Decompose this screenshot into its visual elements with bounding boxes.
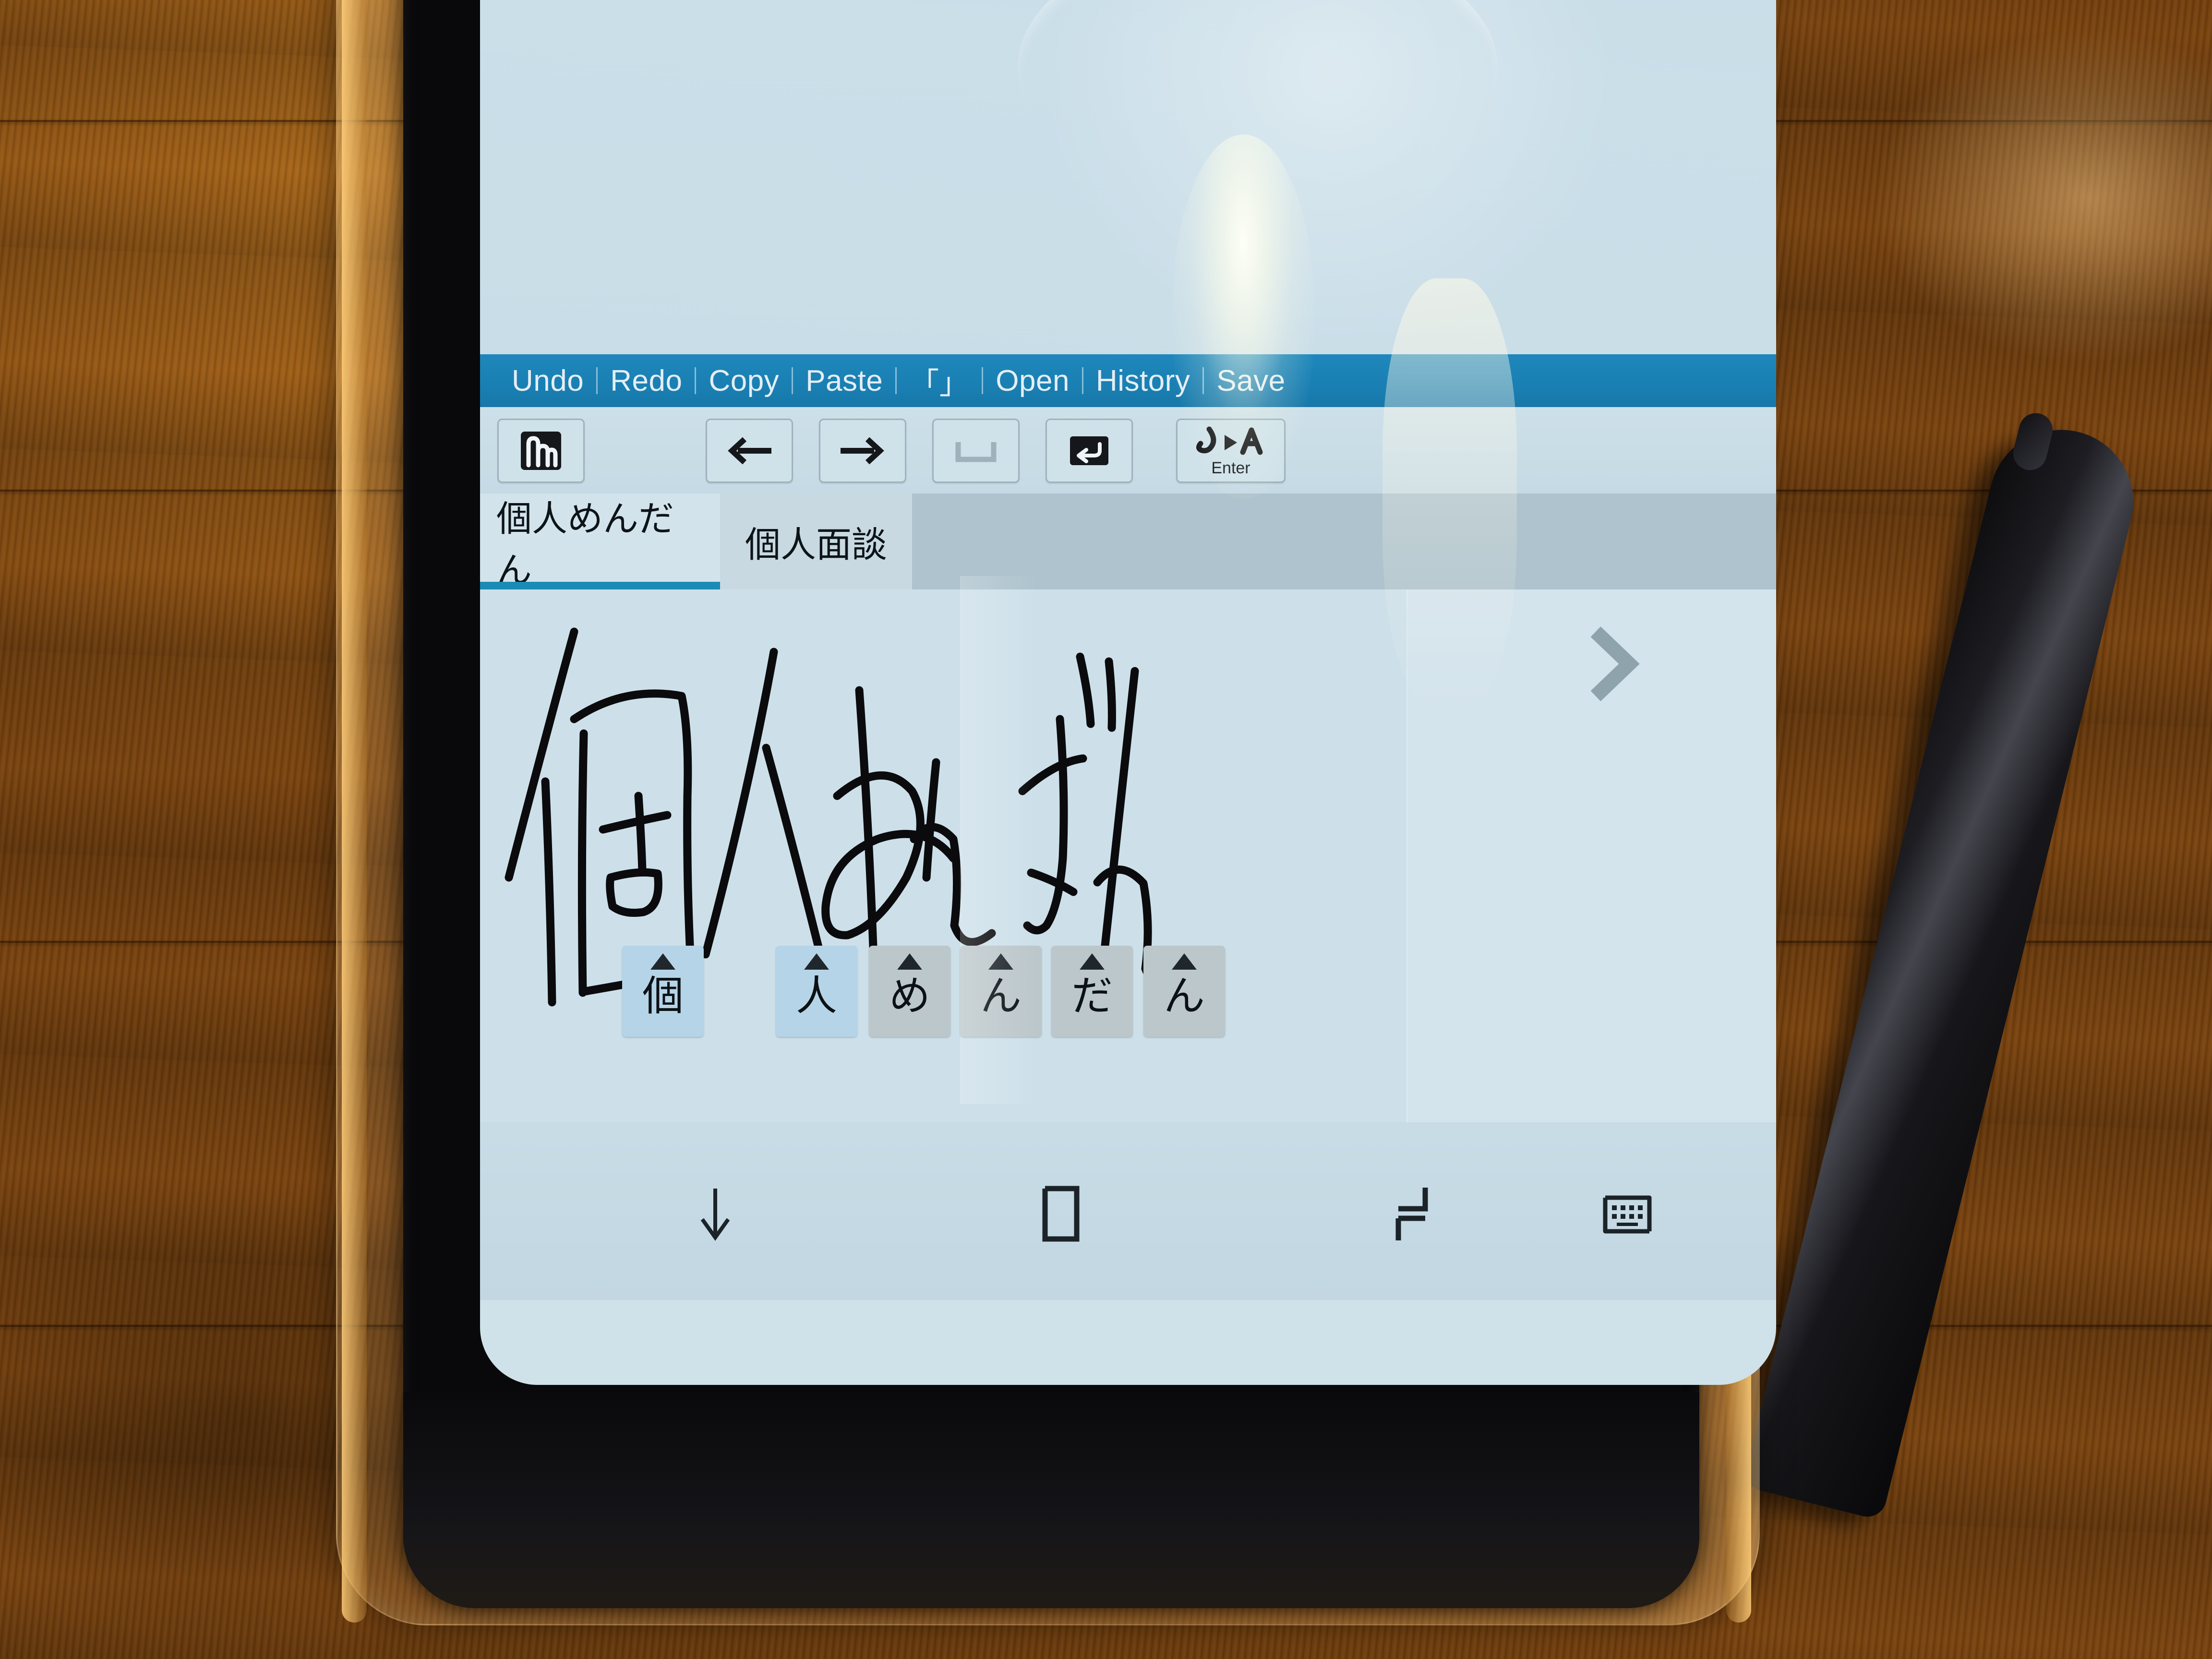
arrow-left-icon[interactable] <box>706 419 793 483</box>
chip-character[interactable]: ん <box>1143 946 1225 1037</box>
chip-character[interactable]: ん <box>960 946 1042 1037</box>
menu-item-open[interactable]: Open <box>983 364 1082 398</box>
tab-active-underline <box>480 582 720 589</box>
space-bar-icon[interactable] <box>932 419 1020 483</box>
menu-item-history[interactable]: History <box>1083 364 1202 398</box>
chip-label: 人 <box>796 972 837 1020</box>
enter-button-label: Enter <box>1211 458 1250 477</box>
handwriting-mode-icon[interactable] <box>497 419 585 483</box>
chip-character[interactable]: め <box>869 946 950 1037</box>
candidate-tab-strip: 個人めんだん 個人面談 <box>480 493 1776 590</box>
menu-item-undo[interactable]: Undo <box>499 364 596 398</box>
tab-label: 個人めんだん <box>496 499 674 590</box>
chip-up-arrow-icon[interactable] <box>897 953 922 970</box>
case-rail-left <box>342 0 367 1623</box>
chip-character[interactable]: 個 <box>622 946 704 1037</box>
convert-enter-icon[interactable]: Enter <box>1176 419 1286 483</box>
tab-candidate-kanji[interactable]: 個人面談 <box>720 493 912 589</box>
menu-item-copy[interactable]: Copy <box>696 364 792 398</box>
chip-label: 個 <box>642 972 684 1020</box>
arrow-right-icon[interactable] <box>819 419 906 483</box>
document-canvas-area[interactable] <box>480 0 1776 354</box>
tab-strip-filler <box>912 493 1776 589</box>
recents-switch-icon[interactable] <box>1363 1170 1459 1257</box>
home-square-icon[interactable] <box>1013 1170 1109 1257</box>
icon-toolbar: Enter <box>480 407 1776 493</box>
tab-label: 個人面談 <box>745 524 887 565</box>
chip-up-arrow-icon[interactable] <box>988 953 1013 970</box>
keyboard-icon[interactable] <box>1579 1170 1675 1257</box>
chip-label: ん <box>1164 972 1205 1020</box>
menu-item-paste[interactable]: Paste <box>793 364 895 398</box>
menu-bar: Undo Redo Copy Paste 「」 Open History Sav… <box>480 354 1776 407</box>
tab-candidate-kana[interactable]: 個人めんだん <box>480 493 720 590</box>
chip-character[interactable]: だ <box>1051 946 1133 1037</box>
chip-up-arrow-icon[interactable] <box>650 953 675 970</box>
menu-item-redo[interactable]: Redo <box>598 364 695 398</box>
phone-chin <box>403 1392 1699 1608</box>
chip-character[interactable]: 人 <box>776 946 857 1037</box>
system-navigation-bar <box>480 1122 1776 1300</box>
chip-label: だ <box>1071 972 1113 1020</box>
chip-up-arrow-icon[interactable] <box>804 953 829 970</box>
menu-item-save[interactable]: Save <box>1204 364 1298 398</box>
chip-label: ん <box>980 972 1022 1020</box>
menu-item-brackets[interactable]: 「」 <box>897 359 982 402</box>
chip-label: め <box>889 972 930 1020</box>
chip-up-arrow-icon[interactable] <box>1080 953 1105 970</box>
chip-up-arrow-icon[interactable] <box>1172 953 1197 970</box>
handwriting-canvas[interactable] <box>480 589 1776 1122</box>
hide-keyboard-down-arrow-icon[interactable] <box>667 1170 763 1257</box>
phone-screen: Undo Redo Copy Paste 「」 Open History Sav… <box>480 0 1776 1385</box>
handwritten-ink-strokes <box>505 627 1193 1008</box>
return-arrow-icon[interactable] <box>1046 419 1133 483</box>
